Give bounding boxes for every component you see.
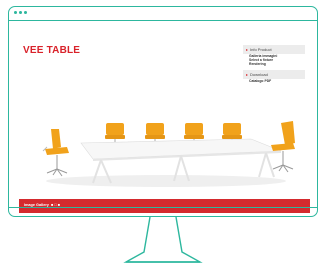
monitor-stand [123,216,203,263]
